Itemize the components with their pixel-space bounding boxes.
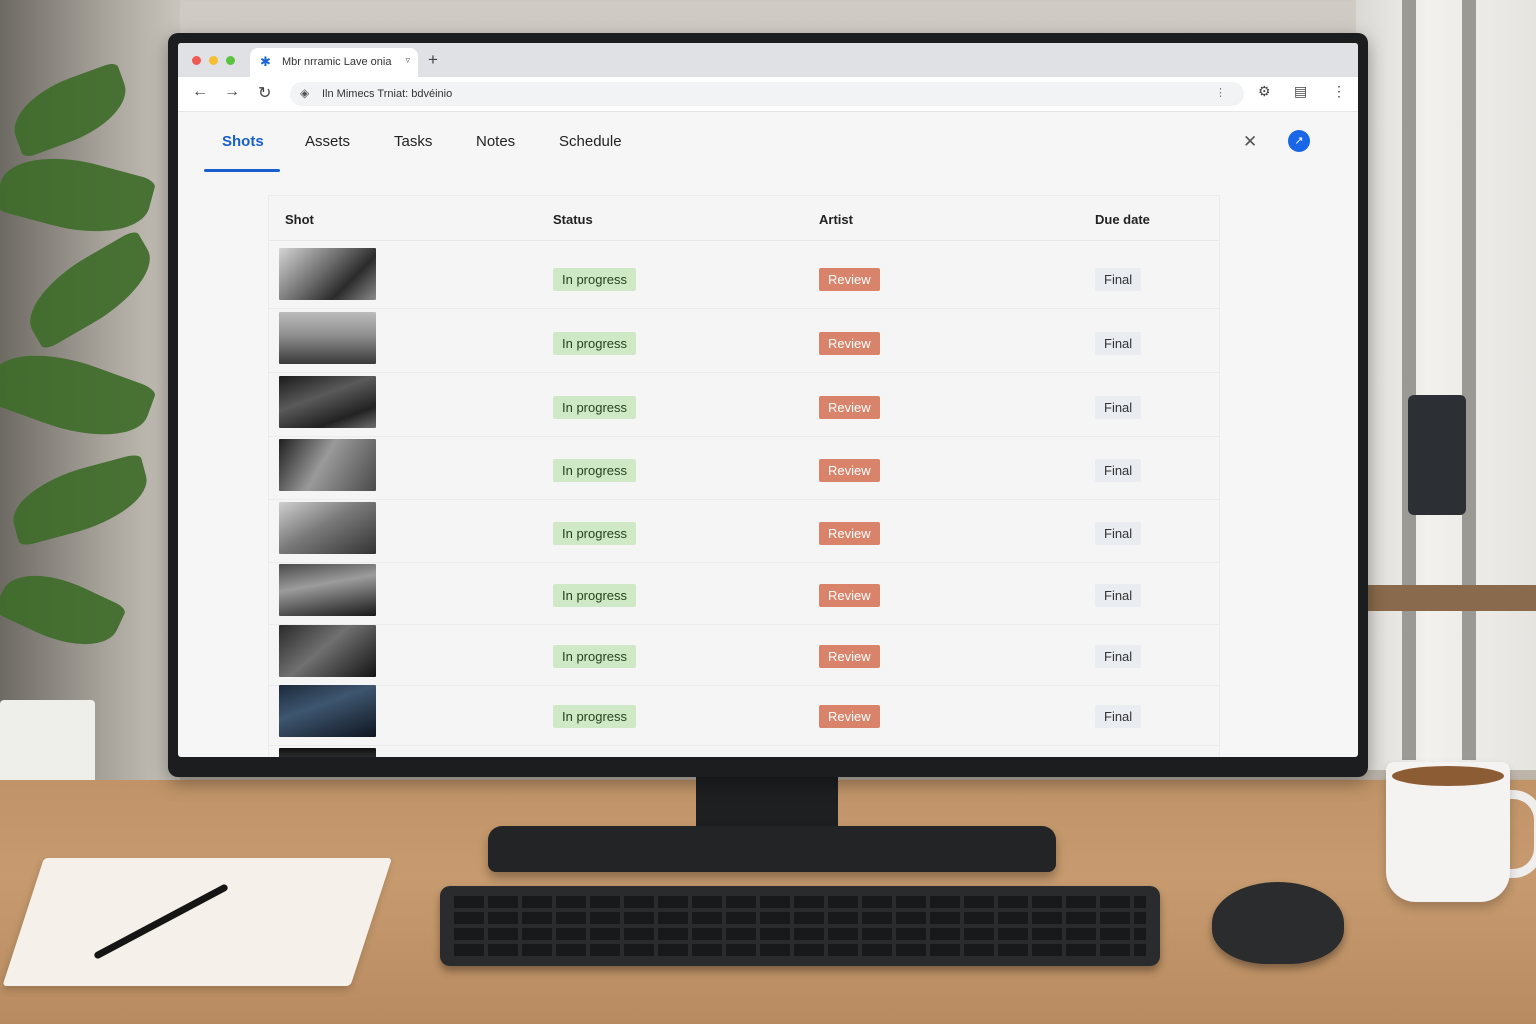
favicon-icon: ✱ — [260, 54, 271, 69]
status-badge[interactable]: In progress — [553, 459, 637, 482]
site-info-icon[interactable]: ◈ — [300, 86, 309, 100]
due-date-badge[interactable]: Final — [1095, 584, 1142, 607]
address-bar[interactable]: ◈ Iln Mimecs Trniat: bdvéinio ⋮ — [290, 82, 1244, 106]
artist-badge[interactable]: Review — [819, 459, 880, 482]
due-date-badge[interactable]: Final — [1095, 705, 1142, 728]
artist-badge[interactable]: Review — [819, 584, 880, 607]
shot-thumbnail[interactable] — [279, 685, 376, 737]
window-close-dot[interactable] — [192, 56, 201, 65]
gear-icon[interactable]: ⚙ — [1258, 83, 1271, 100]
tab-assets[interactable]: Assets — [305, 133, 350, 150]
artist-badge[interactable]: Review — [819, 522, 880, 545]
status-badge[interactable]: In progress — [553, 268, 637, 291]
close-icon[interactable]: ✕ — [1243, 132, 1257, 152]
table-row[interactable]: In progress Review Final — [269, 374, 1219, 437]
screen: ✱ Mbr nrramic Lave onia ▿ + ← → ↻ ◈ Iln … — [178, 43, 1358, 757]
due-date-badge[interactable]: Final — [1095, 645, 1142, 668]
tab-notes[interactable]: Notes — [476, 133, 515, 150]
browser-tab-title: Mbr nrramic Lave onia — [282, 56, 392, 68]
avatar[interactable]: ↗ — [1288, 130, 1310, 152]
status-badge[interactable]: In progress — [553, 584, 637, 607]
keyboard-keys — [454, 896, 1146, 908]
column-header-status[interactable]: Status — [553, 212, 593, 227]
shot-thumbnail[interactable] — [279, 625, 376, 677]
table-row[interactable]: In progress Review Final — [269, 437, 1219, 500]
shot-thumbnail[interactable] — [279, 248, 376, 300]
status-badge[interactable]: In progress — [553, 645, 637, 668]
artist-badge[interactable]: Review — [819, 705, 880, 728]
forward-arrow-icon[interactable]: → — [224, 83, 240, 101]
artist-badge[interactable]: Review — [819, 268, 880, 291]
shot-thumbnail[interactable] — [279, 439, 376, 491]
artist-badge[interactable]: Review — [819, 396, 880, 419]
column-header-artist[interactable]: Artist — [819, 212, 853, 227]
keyboard — [440, 886, 1160, 966]
due-date-badge[interactable]: Final — [1095, 522, 1142, 545]
app-nav: Shots Assets Tasks Notes Schedule ✕ ↗ — [178, 111, 1358, 172]
browser-tab[interactable]: ✱ Mbr nrramic Lave onia ▿ — [250, 48, 418, 77]
shot-thumbnail[interactable] — [279, 748, 376, 757]
notebook — [2, 858, 393, 986]
keyboard-keys — [454, 912, 1146, 924]
due-date-badge[interactable]: Final — [1095, 268, 1142, 291]
address-url: Iln Mimecs Trniat: bdvéinio — [322, 88, 453, 100]
status-badge[interactable]: In progress — [553, 396, 637, 419]
due-date-badge[interactable]: Final — [1095, 396, 1142, 419]
keyboard-keys — [454, 944, 1146, 956]
artist-badge[interactable]: Review — [819, 332, 880, 355]
due-date-badge[interactable]: Final — [1095, 332, 1142, 355]
column-header-shot[interactable]: Shot — [285, 212, 314, 227]
coffee-mug — [1386, 762, 1510, 902]
monitor: ✱ Mbr nrramic Lave onia ▿ + ← → ↻ ◈ Iln … — [168, 33, 1368, 777]
room-window-right — [1356, 0, 1536, 770]
browser-tab-bar: ✱ Mbr nrramic Lave onia ▿ + — [178, 43, 1358, 77]
artist-badge[interactable]: Review — [819, 645, 880, 668]
table-row[interactable]: In progress Review Final — [269, 500, 1219, 563]
tab-caret-icon[interactable]: ▿ — [405, 55, 410, 66]
kebab-menu-icon[interactable]: ⋮ — [1332, 83, 1346, 100]
back-arrow-icon[interactable]: ← — [192, 83, 208, 101]
table-row[interactable]: In progress Review Final — [269, 623, 1219, 686]
keyboard-keys — [454, 928, 1146, 940]
status-badge[interactable]: In progress — [553, 332, 637, 355]
window-mullion — [1402, 0, 1416, 760]
office-chair — [1408, 395, 1466, 515]
address-more-icon[interactable]: ⋮ — [1215, 86, 1226, 99]
table-row[interactable]: In progress Review Final — [269, 310, 1219, 373]
mouse — [1212, 882, 1344, 964]
table-row[interactable]: In progress Review Final — [269, 246, 1219, 309]
column-header-due-date[interactable]: Due date — [1095, 212, 1150, 227]
status-badge[interactable]: In progress — [553, 705, 637, 728]
coffee — [1392, 766, 1504, 786]
status-badge[interactable]: In progress — [553, 522, 637, 545]
tab-tasks[interactable]: Tasks — [394, 133, 432, 150]
table-header: Shot Status Artist Due date — [269, 196, 1219, 241]
active-tab-indicator — [204, 169, 280, 172]
table-row[interactable]: In progress Review Final — [269, 683, 1219, 746]
due-date-badge[interactable]: Final — [1095, 459, 1142, 482]
window-mullion — [1462, 0, 1476, 760]
shot-thumbnail[interactable] — [279, 376, 376, 428]
tab-shots[interactable]: Shots — [222, 133, 264, 150]
shot-thumbnail[interactable] — [279, 502, 376, 554]
browser-toolbar: ← → ↻ ◈ Iln Mimecs Trniat: bdvéinio ⋮ ⚙ … — [178, 77, 1358, 112]
monitor-stand-base — [488, 826, 1056, 872]
new-tab-icon[interactable]: + — [428, 50, 438, 70]
shot-thumbnail[interactable] — [279, 312, 376, 364]
plant-pot — [0, 700, 95, 790]
shot-thumbnail[interactable] — [279, 564, 376, 616]
tab-schedule[interactable]: Schedule — [559, 133, 622, 150]
table-row[interactable]: In progress Review Final — [269, 562, 1219, 625]
reload-icon[interactable]: ↻ — [258, 83, 271, 103]
window-minimize-dot[interactable] — [209, 56, 218, 65]
clipboard-icon[interactable]: ▤ — [1294, 83, 1307, 100]
window-maximize-dot[interactable] — [226, 56, 235, 65]
shots-table: Shot Status Artist Due date In progress R… — [268, 195, 1220, 757]
background-desk — [1366, 585, 1536, 611]
